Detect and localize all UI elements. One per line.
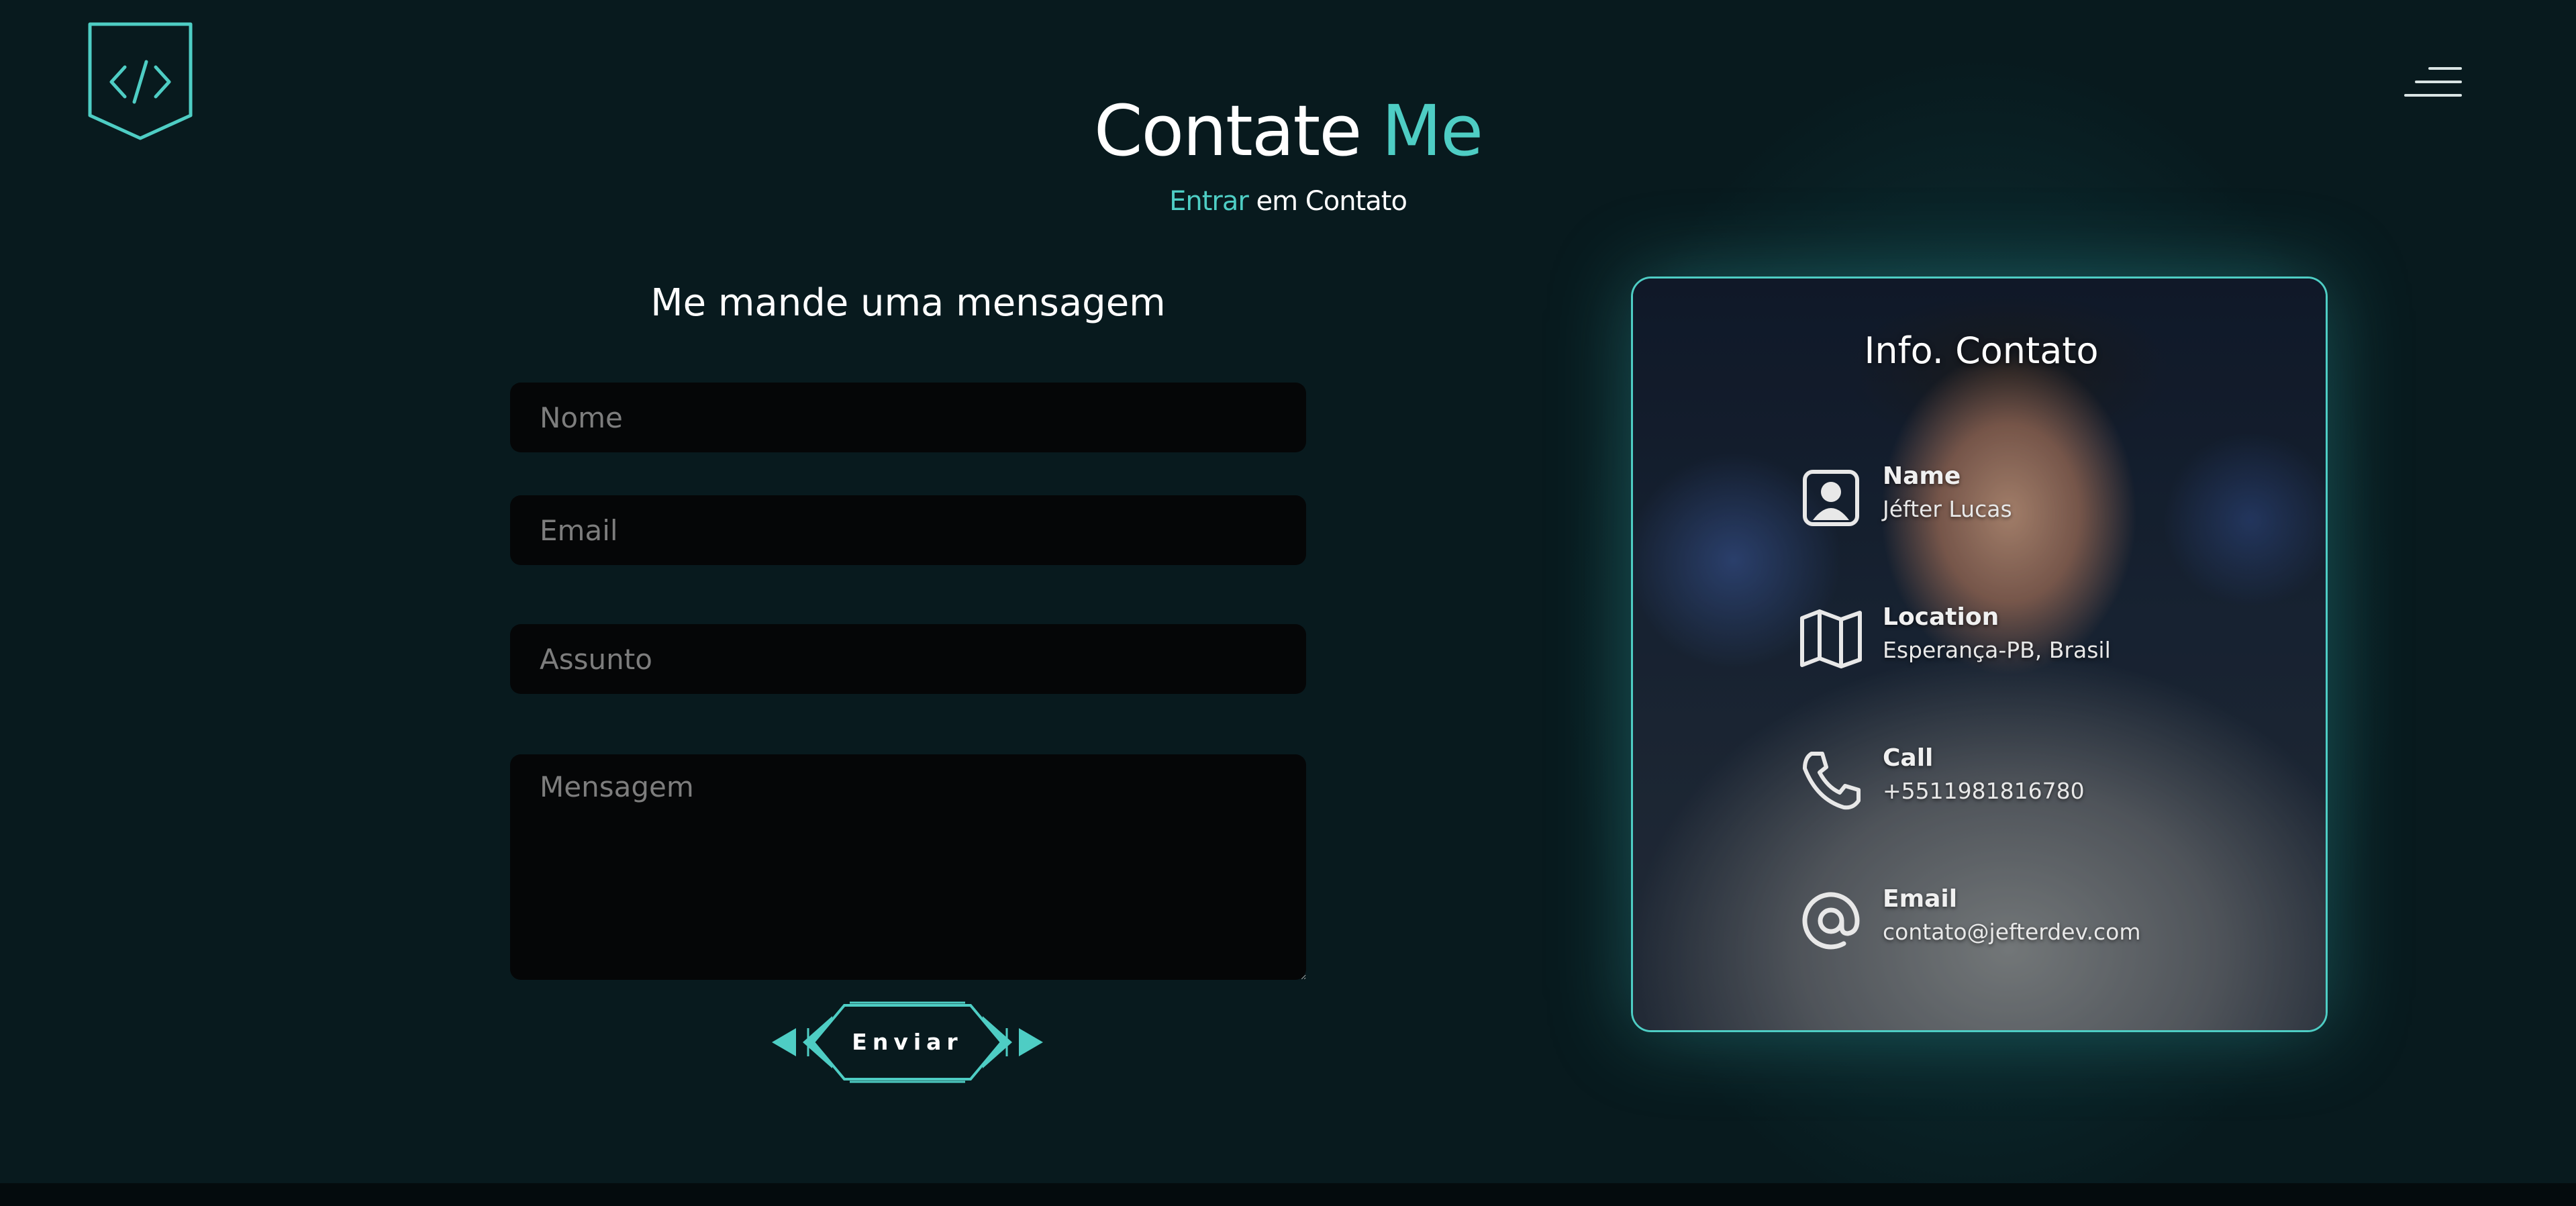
name-input[interactable]: [510, 383, 1306, 452]
contact-item-value: +5511981816780: [1883, 778, 2085, 804]
menu-line: [2415, 81, 2462, 83]
contact-info-card: Info. Contato Name Jéfter Lucas Location…: [1631, 277, 2328, 1032]
page-subtitle-rest: em Contato: [1256, 186, 1407, 217]
contact-card-title: Info. Contato: [1864, 330, 2099, 372]
phone-icon: [1803, 752, 1861, 810]
page-title: Contate Me: [0, 87, 2576, 174]
contact-item-label: Location: [1883, 603, 1999, 631]
map-icon: [1800, 609, 1862, 668]
user-icon: [1803, 470, 1859, 526]
send-button-label: Enviar: [852, 1029, 963, 1055]
page-subtitle-accent: Entrar: [1169, 186, 1249, 217]
send-button[interactable]: Enviar: [771, 1001, 1044, 1083]
contact-item-name: Name Jéfter Lucas: [1799, 460, 2310, 534]
contact-item-location: Location Esperança-PB, Brasil: [1799, 601, 2310, 674]
menu-line: [2428, 67, 2462, 70]
contact-item-call: Call +5511981816780: [1799, 742, 2310, 815]
contact-item-label: Call: [1883, 744, 1934, 772]
at-icon: [1802, 892, 1860, 950]
contact-item-email: Email contato@jefterdev.com: [1799, 883, 2310, 956]
page-title-accent: Me: [1381, 90, 1483, 172]
message-textarea[interactable]: [510, 754, 1306, 980]
form-heading: Me mande uma mensagem: [650, 281, 1166, 325]
subject-input[interactable]: [510, 624, 1306, 694]
contact-item-value: Jéfter Lucas: [1883, 496, 2012, 522]
page-subtitle: Entrar em Contato: [0, 183, 2576, 220]
email-input[interactable]: [510, 495, 1306, 565]
contact-item-value: Esperança-PB, Brasil: [1883, 637, 2111, 663]
page-background: Contate Me Entrar em Contato Me mande um…: [0, 0, 2576, 1183]
contact-item-label: Name: [1883, 462, 1961, 490]
footer-strip: [0, 1183, 2576, 1206]
contact-item-label: Email: [1883, 885, 1958, 913]
page-title-main: Contate: [1093, 90, 1362, 172]
contact-item-value: contato@jefterdev.com: [1883, 919, 2141, 945]
